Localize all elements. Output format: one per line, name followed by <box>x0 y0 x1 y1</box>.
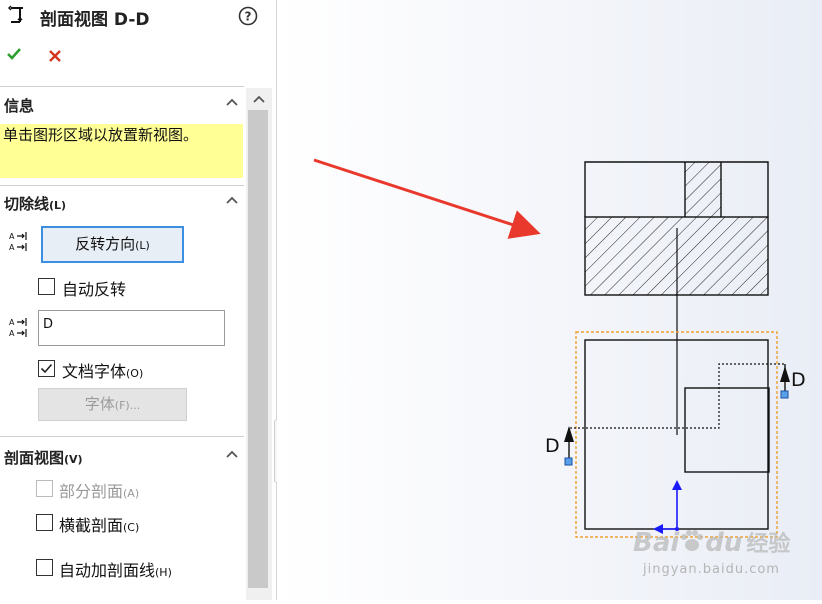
label-icon: A A <box>8 315 34 339</box>
section-label-left: D <box>545 435 560 457</box>
section-view-icon <box>7 5 26 25</box>
info-message: 单击图形区域以放置新视图。 <box>0 124 243 178</box>
baidu-logo: Bai du 经验 <box>633 528 791 558</box>
question-circle-icon[interactable]: ? <box>238 6 258 26</box>
page-title: 剖面视图 D-D <box>40 10 150 30</box>
info-section-header[interactable]: 信息 <box>0 92 246 118</box>
flip-direction-icon: A A <box>8 229 34 253</box>
graphics-area[interactable]: D D Bai du 经验 jingyan.baidu.com <box>277 0 822 600</box>
property-manager-panel: 剖面视图 D-D ? 信息 单击图形区域以放置新视图。 切除线(L) A A 反… <box>0 0 277 600</box>
auto-flip-checkbox[interactable] <box>38 278 55 295</box>
watermark-url: jingyan.baidu.com <box>643 562 780 577</box>
document-font-label: 文档字体(O) <box>62 362 144 381</box>
panel-scrollbar[interactable] <box>246 88 272 600</box>
svg-text:A: A <box>9 243 15 252</box>
label-input[interactable]: D <box>38 310 225 346</box>
svg-text:A: A <box>9 318 15 327</box>
chevron-up-icon[interactable] <box>224 446 240 462</box>
auto-flip-label: 自动反转 <box>62 280 127 299</box>
pointer-arrow <box>313 158 541 239</box>
cutting-line-section-label: 切除线(L) <box>4 195 67 213</box>
auto-hatch-label: 自动加剖面线(H) <box>59 561 172 580</box>
scrollbar-thumb[interactable] <box>248 110 268 588</box>
flip-direction-button[interactable]: 反转方向(L) <box>41 226 184 263</box>
section-view-section-label: 剖面视图(V) <box>4 449 83 467</box>
section-view-section-header[interactable]: 剖面视图(V) <box>0 444 246 470</box>
checkmark-icon[interactable] <box>6 46 22 62</box>
slice-section-label: 横截剖面(C) <box>59 516 140 535</box>
svg-text:A: A <box>9 329 15 338</box>
slice-section-checkbox[interactable] <box>36 514 53 531</box>
drawing-sheet: D D <box>313 158 806 538</box>
section-arrow-right <box>780 364 790 399</box>
svg-text:?: ? <box>245 10 252 24</box>
section-arrow-left <box>564 426 574 466</box>
auto-hatch-checkbox[interactable] <box>36 559 53 576</box>
x-icon[interactable] <box>48 48 62 62</box>
chevron-up-icon[interactable] <box>224 192 240 208</box>
font-button[interactable]: 字体(F)... <box>38 388 187 421</box>
divider <box>0 185 244 186</box>
partial-section-checkbox[interactable] <box>36 480 53 497</box>
divider <box>0 86 244 87</box>
document-font-checkbox[interactable] <box>38 360 55 377</box>
svg-text:A: A <box>9 232 15 241</box>
section-view-preview <box>584 161 769 435</box>
partial-section-label: 部分剖面(A) <box>59 482 140 501</box>
chevron-up-icon[interactable] <box>251 91 267 107</box>
section-label-right: D <box>791 369 806 391</box>
paw-icon <box>679 529 705 553</box>
checkmark-icon <box>40 363 53 374</box>
info-section-label: 信息 <box>4 97 35 115</box>
chevron-up-icon[interactable] <box>224 94 240 110</box>
cutting-line-section-header[interactable]: 切除线(L) <box>0 190 246 216</box>
divider <box>0 436 244 437</box>
